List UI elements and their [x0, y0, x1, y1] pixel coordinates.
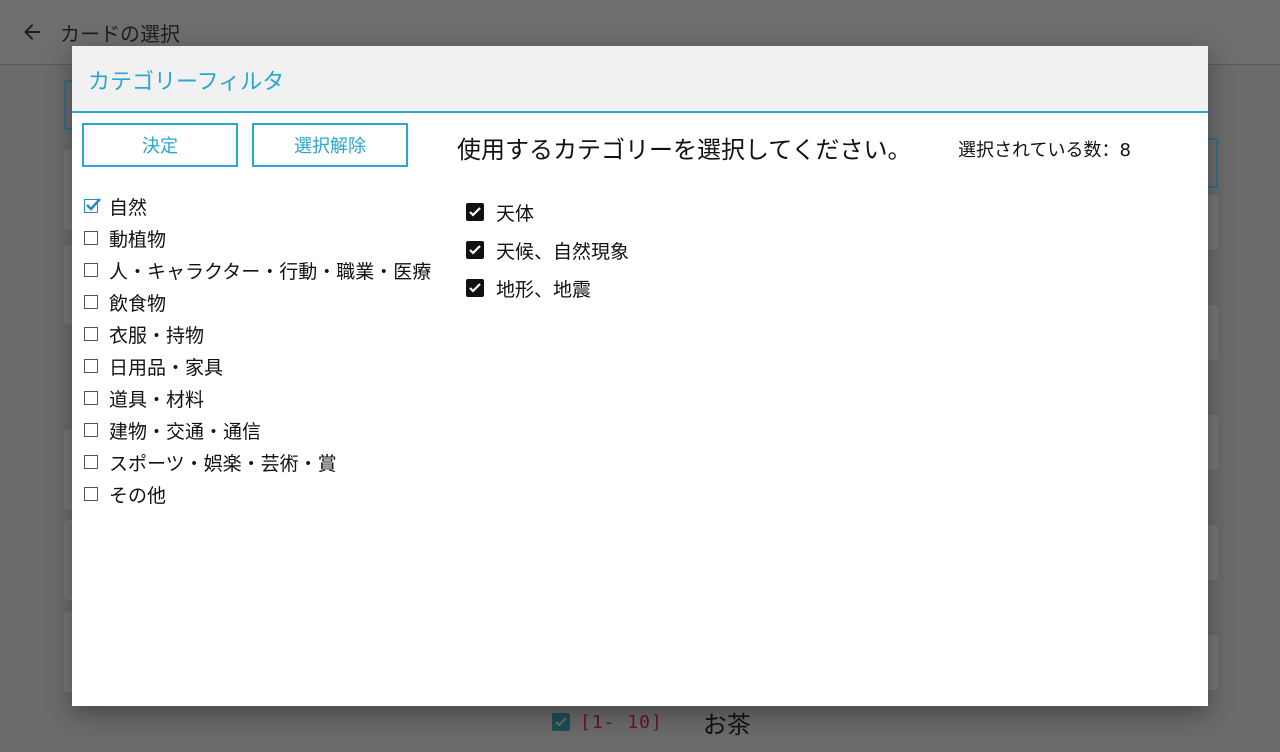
- category-label: 人・キャラクター・行動・職業・医療: [109, 260, 432, 283]
- subcategory-checkbox[interactable]: [466, 241, 484, 259]
- checkmark-icon: [86, 198, 101, 211]
- subcategory-item[interactable]: 地形、地震: [466, 269, 629, 307]
- category-checkbox[interactable]: [84, 327, 98, 341]
- subcategory-label: 天体: [496, 202, 535, 225]
- category-label: 飲食物: [109, 292, 167, 315]
- checkmark-icon: [469, 207, 481, 217]
- category-checkbox[interactable]: [84, 295, 98, 309]
- category-item[interactable]: 飲食物: [84, 286, 431, 318]
- subcategory-label: 天候、自然現象: [496, 240, 630, 263]
- category-label: 建物・交通・通信: [109, 420, 262, 443]
- card-range: [1- 10]: [580, 711, 663, 733]
- subcategory-list: 天体天候、自然現象 地形、地震: [466, 193, 629, 307]
- card-name: お茶: [702, 710, 751, 739]
- category-label: 衣服・持物: [109, 324, 205, 347]
- category-item[interactable]: 日用品・家具: [84, 350, 431, 382]
- checkmark-icon: [469, 283, 481, 293]
- page-title: カードの選択: [60, 22, 180, 46]
- category-item[interactable]: 自然: [84, 190, 431, 222]
- category-label: 自然: [109, 196, 148, 219]
- category-item[interactable]: スポーツ・娯楽・芸術・賞: [84, 446, 431, 478]
- subcategory-item[interactable]: 天候、自然現象: [466, 231, 629, 269]
- category-checkbox[interactable]: [84, 391, 98, 405]
- clear-selection-button[interactable]: 選択解除: [252, 123, 408, 167]
- background-checkbox[interactable]: [552, 713, 570, 731]
- category-item[interactable]: 道具・材料: [84, 382, 431, 414]
- dialog-title: カテゴリーフィルタ: [88, 70, 285, 95]
- subcategory-checkbox[interactable]: [466, 203, 484, 221]
- category-item[interactable]: 衣服・持物: [84, 318, 431, 350]
- category-item[interactable]: 人・キャラクター・行動・職業・医療: [84, 254, 431, 286]
- back-arrow-icon[interactable]: [20, 20, 44, 44]
- background-card-row: [1- 10] お茶: [552, 708, 751, 739]
- confirm-button[interactable]: 決定: [82, 123, 238, 167]
- category-filter-dialog: カテゴリーフィルタ 決定 選択解除 使用するカテゴリーを選択してください。 選択…: [72, 46, 1208, 706]
- category-checkbox[interactable]: [84, 423, 98, 437]
- category-item[interactable]: 動植物: [84, 222, 431, 254]
- category-item[interactable]: その他: [84, 478, 431, 510]
- category-label: 動植物: [109, 228, 167, 251]
- category-label: スポーツ・娯楽・芸術・賞: [109, 452, 337, 475]
- category-checkbox[interactable]: [84, 487, 98, 501]
- category-checkbox[interactable]: [84, 359, 98, 373]
- checkmark-icon: [469, 245, 481, 255]
- selected-count: 選択されている数：8: [958, 140, 1131, 161]
- category-label: 道具・材料: [109, 388, 205, 411]
- category-checkbox[interactable]: [84, 455, 98, 469]
- category-checkbox[interactable]: [84, 263, 98, 277]
- category-label: 日用品・家具: [109, 356, 224, 379]
- category-item[interactable]: 建物・交通・通信: [84, 414, 431, 446]
- subcategory-checkbox[interactable]: [466, 279, 484, 297]
- instruction-text: 使用するカテゴリーを選択してください。: [457, 136, 912, 164]
- category-label: その他: [109, 484, 167, 507]
- category-checkbox[interactable]: [84, 231, 98, 245]
- category-list: 自然動植物人・キャラクター・行動・職業・医療 飲食物衣服・持物日用品・家具 道具・材…: [84, 190, 431, 510]
- dialog-header: カテゴリーフィルタ: [72, 46, 1208, 113]
- category-checkbox[interactable]: [84, 198, 101, 213]
- subcategory-label: 地形、地震: [496, 278, 592, 301]
- subcategory-item[interactable]: 天体: [466, 193, 629, 231]
